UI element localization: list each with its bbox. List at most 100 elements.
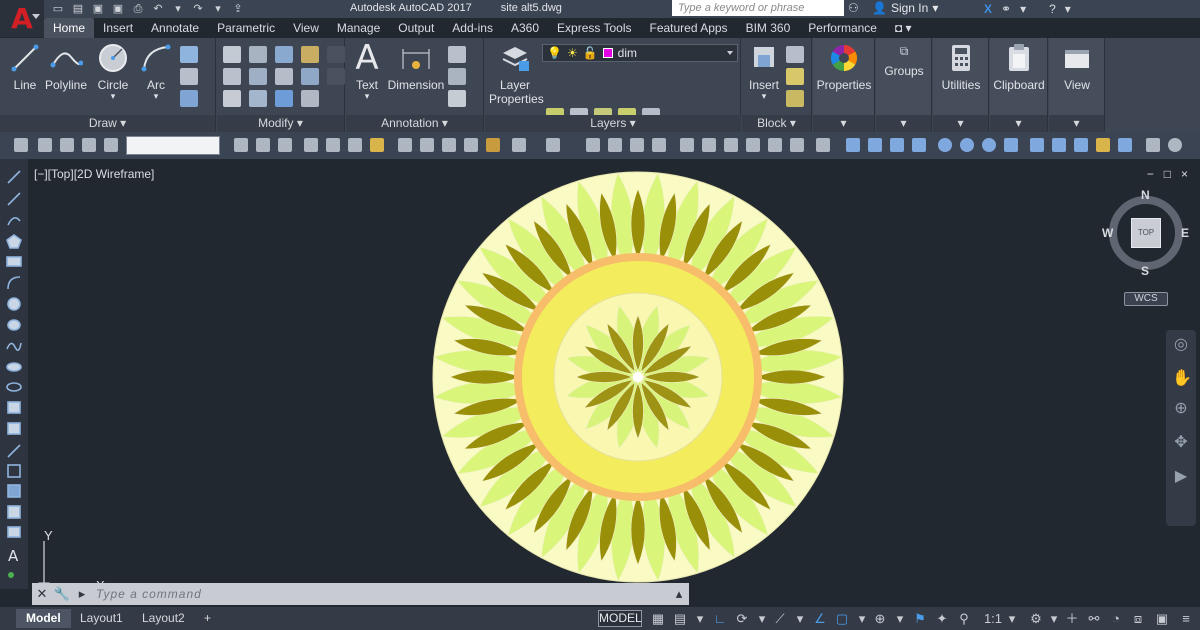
undo-icon[interactable]: ↶ [150, 2, 166, 16]
paste-icon[interactable] [442, 138, 456, 152]
plot-icon[interactable] [304, 138, 318, 152]
line-button[interactable]: Line [6, 42, 44, 92]
plot-preview-icon[interactable] [326, 138, 340, 152]
circle-button[interactable]: Circle ▾ [94, 42, 132, 101]
insert-button[interactable]: Insert ▾ [744, 42, 784, 101]
customize-icon[interactable]: 🔧 [52, 584, 72, 604]
scale-label[interactable]: 1:1 [982, 611, 1004, 626]
open-drawing-icon[interactable] [256, 138, 270, 152]
markup-icon[interactable] [768, 138, 782, 152]
copy-icon[interactable] [420, 138, 434, 152]
tab-parametric[interactable]: Parametric [208, 18, 284, 38]
rotate-icon[interactable] [249, 46, 267, 63]
save-icon[interactable] [82, 138, 96, 152]
groups-panel[interactable]: ⧉ Groups ▾ [876, 38, 932, 132]
help-icon[interactable] [816, 138, 830, 152]
radius-icon[interactable] [938, 138, 952, 152]
trim-icon[interactable] [275, 46, 293, 63]
dwf-icon[interactable] [370, 138, 384, 152]
isodraft-icon[interactable]: ⟋ [772, 611, 788, 626]
tab-add-ins[interactable]: Add-ins [443, 18, 502, 38]
object-snap-icon[interactable]: ▢ [834, 611, 850, 626]
rectangle-icon[interactable] [180, 46, 198, 63]
save-drawing-icon[interactable] [278, 138, 292, 152]
baseline-icon[interactable] [1052, 138, 1066, 152]
utilities-panel[interactable]: Utilities ▾ [933, 38, 989, 132]
quick-dim-icon[interactable] [1030, 138, 1044, 152]
application-menu-button[interactable]: A [0, 0, 44, 37]
tab-view[interactable]: View [284, 18, 328, 38]
chevron-down-icon[interactable]: ▾ [854, 611, 870, 626]
chevron-down-icon[interactable]: ▾ [792, 611, 808, 626]
table-icon[interactable] [448, 90, 466, 107]
cut-icon[interactable] [398, 138, 412, 152]
match-properties-icon[interactable] [464, 138, 478, 152]
drawing-viewport[interactable]: [−][Top][2D Wireframe] − □ × N S E W TOP [28, 159, 1200, 607]
plot-icon[interactable]: ⎙ [130, 2, 146, 16]
tab-model[interactable]: Model [16, 609, 71, 628]
undo-dropdown-icon[interactable]: ▾ [170, 2, 186, 16]
explode-icon[interactable] [301, 68, 319, 85]
undo-icon[interactable] [512, 138, 526, 152]
fillet-icon[interactable] [275, 68, 293, 85]
zoom-previous-icon[interactable] [652, 138, 666, 152]
object-snap-tracking-icon[interactable]: ∠ [812, 611, 828, 626]
ortho-icon[interactable]: ∟ [712, 611, 728, 626]
hatch-icon[interactable] [180, 68, 198, 85]
boundary-icon[interactable] [180, 90, 198, 107]
tab-insert[interactable]: Insert [94, 18, 142, 38]
south-label[interactable]: S [1141, 264, 1149, 278]
pan-icon[interactable] [586, 138, 600, 152]
block-panel-title[interactable]: Block ▾ [742, 115, 811, 132]
text-button[interactable]: A Text ▾ [348, 41, 386, 101]
layer-dropdown[interactable]: 💡 ☀ 🔓 dim [542, 44, 738, 62]
create-block-icon[interactable] [786, 46, 804, 63]
west-label[interactable]: W [1102, 226, 1113, 240]
polar-icon[interactable]: ⟳ [734, 611, 750, 626]
workspace-icon[interactable] [14, 138, 28, 152]
tab-annotate[interactable]: Annotate [142, 18, 208, 38]
view-button[interactable]: View [1051, 42, 1103, 92]
ordinate-icon[interactable] [912, 138, 926, 152]
auto-scale-icon[interactable]: ✦ [934, 611, 950, 626]
stretch-icon[interactable] [223, 90, 241, 107]
tab-home[interactable]: Home [44, 18, 95, 38]
aligned-dim-icon[interactable] [868, 138, 882, 152]
zoom-extents-icon[interactable]: ⊕ [1172, 400, 1190, 418]
customization-icon[interactable]: ≡ [1178, 611, 1194, 626]
annotation-panel-title[interactable]: Annotation ▾ [346, 115, 483, 132]
close-viewport-icon[interactable]: × [1181, 167, 1188, 181]
polyline-button[interactable]: Polyline [44, 42, 88, 92]
minimize-viewport-icon[interactable]: − [1147, 167, 1154, 181]
isolate-objects-icon[interactable]: ◔ [1108, 611, 1124, 626]
chevron-down-icon[interactable]: ▾ [692, 611, 708, 626]
layers-panel-title[interactable]: Layers ▾ [485, 115, 741, 132]
quickcalc-icon[interactable] [790, 138, 804, 152]
center-mark-icon[interactable] [1168, 138, 1182, 152]
close-icon[interactable]: ✕ [32, 584, 52, 604]
ribbon-toggle-icon[interactable]: ◘ ▾ [886, 18, 921, 38]
chevron-down-icon[interactable]: ▾ [1049, 115, 1104, 132]
pan-hand-icon[interactable]: ✋ [1172, 370, 1192, 388]
chevron-down-icon[interactable]: ▾ [1046, 611, 1062, 626]
mirror-icon[interactable] [249, 68, 267, 85]
save-as-icon[interactable]: ▣ [110, 2, 126, 16]
tab-layout2[interactable]: Layout2 [132, 609, 195, 628]
groups-button[interactable]: ⧉ Groups [878, 42, 930, 78]
help-icon[interactable]: ? [1049, 2, 1056, 16]
north-label[interactable]: N [1141, 188, 1150, 202]
new-icon[interactable] [38, 138, 52, 152]
tab-layout1[interactable]: Layout1 [70, 609, 133, 628]
leader-icon[interactable] [448, 68, 466, 85]
tab-bim-360[interactable]: BIM 360 [737, 18, 800, 38]
grid-icon[interactable]: ▦ [650, 611, 666, 626]
model-space-toggle[interactable]: MODEL [598, 610, 642, 627]
new-file-icon[interactable]: ▭ [50, 2, 66, 16]
tolerance-icon[interactable] [1146, 138, 1160, 152]
view-panel[interactable]: View ▾ [1049, 38, 1105, 132]
east-label[interactable]: E [1181, 226, 1189, 240]
publish-icon[interactable] [348, 138, 362, 152]
properties-panel[interactable]: Properties ▾ [813, 38, 875, 132]
modify-panel-title[interactable]: Modify ▾ [217, 115, 344, 132]
layer-properties-button[interactable]: Layer Properties [489, 42, 544, 106]
